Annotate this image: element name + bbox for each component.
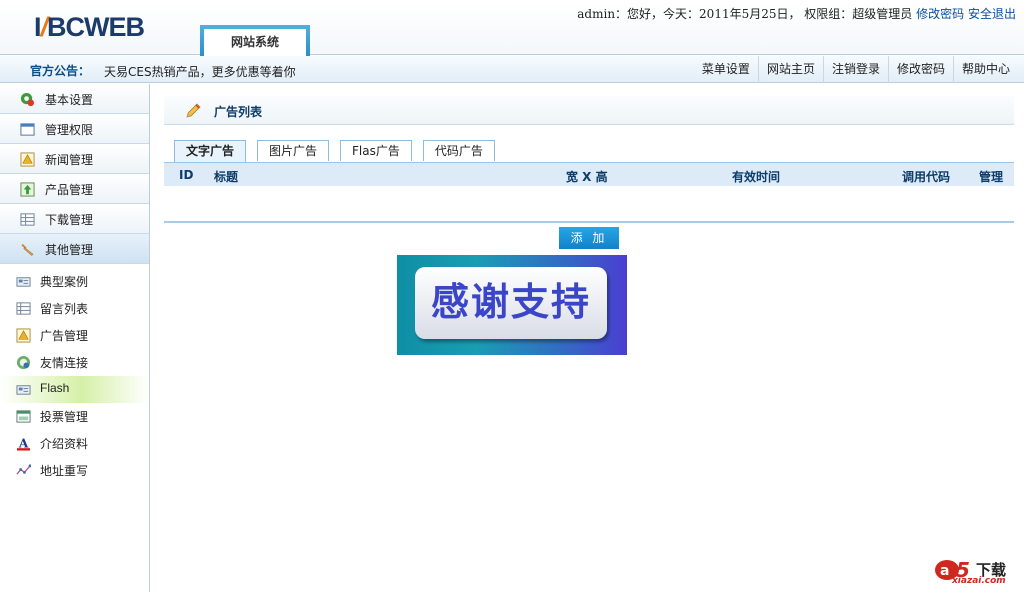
rewrite-icon (16, 464, 31, 475)
sidebar-item-label: 典型案例 (40, 275, 89, 289)
sidebar-menu-label: 其他管理 (45, 243, 94, 257)
sidebar-menu-label: 下载管理 (45, 213, 94, 227)
sidebar-menu-news[interactable]: 新闻管理 (0, 144, 149, 174)
watermark: a 5 下载 xiazai.com (934, 556, 1012, 586)
nav-logout[interactable]: 注销登录 (822, 56, 888, 83)
sidebar-menu-other[interactable]: 其他管理 (0, 234, 149, 264)
window-icon (20, 123, 35, 136)
user-info-text: admin：您好，今天：2011年5月25日， 权限组：超级管理员 (577, 7, 913, 21)
tab-flash-ads[interactable]: Flas广告 (340, 140, 412, 161)
sidebar-item-url-rewrite[interactable]: 地址重写 (0, 457, 149, 484)
sidebar-item-ads[interactable]: 广告管理 (0, 322, 149, 349)
support-banner: 感谢支持 (397, 255, 627, 355)
sidebar-menu-permissions[interactable]: 管理权限 (0, 114, 149, 144)
announcement-bar: 官方公告： 天易CES热销产品，更多优惠等着你 菜单设置 网站主页 注销登录 修… (0, 56, 1024, 83)
wrench-icon (21, 243, 34, 256)
col-title: 标题 (214, 170, 239, 184)
sidebar-item-label: 广告管理 (40, 329, 89, 343)
sidebar-menu-label: 管理权限 (45, 123, 94, 137)
announcement-label: 官方公告： (30, 64, 91, 78)
col-id: ID (179, 168, 194, 182)
sidebar-menu-basic-settings[interactable]: 基本设置 (0, 84, 149, 114)
col-size: 宽 X 高 (566, 170, 608, 184)
link-icon (16, 355, 31, 370)
tab-site-system-label: 网站系统 (204, 29, 306, 56)
sidebar: 基本设置 管理权限 新闻管理 产品管理 下载管理 其他管理 典型案例 留言列表 … (0, 84, 150, 592)
sidebar-item-votes[interactable]: 投票管理 (0, 403, 149, 430)
watermark-site: xiazai.com (952, 576, 1006, 586)
sidebar-item-flash[interactable]: Flash (0, 376, 149, 403)
pencil-icon (186, 103, 201, 118)
list-icon (16, 302, 31, 315)
table-body (164, 186, 1014, 223)
vote-icon (16, 410, 31, 423)
nav-help-center[interactable]: 帮助中心 (952, 56, 1018, 83)
sidebar-item-label: 介绍资料 (40, 437, 89, 451)
user-info-bar: admin：您好，今天：2011年5月25日， 权限组：超级管理员 修改密码 安… (577, 5, 1016, 22)
sidebar-item-label: 友情连接 (40, 356, 89, 370)
add-button[interactable]: 添 加 (559, 227, 619, 249)
logout-link[interactable]: 安全退出 (968, 7, 1016, 21)
col-code: 调用代码 (902, 170, 951, 184)
top-nav: 菜单设置 网站主页 注销登录 修改密码 帮助中心 (694, 56, 1018, 83)
main-content: 广告列表 文字广告 图片广告 Flas广告 代码广告 ID 标题 宽 X 高 有… (164, 96, 1014, 355)
nav-menu-settings[interactable]: 菜单设置 (694, 56, 758, 83)
text-a-icon: A (16, 436, 31, 451)
table-icon (20, 213, 35, 226)
page-title-bar: 广告列表 (164, 96, 1014, 125)
nav-change-password[interactable]: 修改密码 (887, 56, 953, 83)
warning-doc-icon (20, 152, 35, 167)
svg-text:a: a (940, 563, 949, 579)
svg-text:A: A (18, 436, 29, 450)
sidebar-menu-products[interactable]: 产品管理 (0, 174, 149, 204)
banner-text: 感谢支持 (430, 280, 591, 324)
sidebar-item-messages[interactable]: 留言列表 (0, 295, 149, 322)
nav-site-home[interactable]: 网站主页 (757, 56, 823, 83)
sidebar-menu-label: 基本设置 (45, 93, 94, 107)
sidebar-item-label: 地址重写 (40, 464, 89, 478)
announcement-text[interactable]: 天易CES热销产品，更多优惠等着你 (104, 63, 296, 80)
page-title: 广告列表 (214, 105, 263, 119)
ad-type-tabs: 文字广告 图片广告 Flas广告 代码广告 (174, 140, 506, 162)
sidebar-menu-label: 新闻管理 (45, 153, 94, 167)
sidebar-item-introduction[interactable]: A 介绍资料 (0, 430, 149, 457)
ad-icon (16, 328, 31, 343)
sidebar-menu-label: 产品管理 (45, 183, 94, 197)
sidebar-item-label: 投票管理 (40, 410, 89, 424)
tab-text-ads[interactable]: 文字广告 (174, 140, 247, 162)
sidebar-item-label: 留言列表 (40, 302, 89, 316)
sidebar-menu-downloads[interactable]: 下载管理 (0, 204, 149, 234)
sidebar-item-friend-links[interactable]: 友情连接 (0, 349, 149, 376)
tab-image-ads[interactable]: 图片广告 (257, 140, 330, 161)
logo: I/BCWEB (34, 12, 145, 42)
sidebar-item-label: Flash (40, 381, 70, 395)
tab-site-system[interactable]: 网站系统 (200, 25, 310, 56)
change-password-link[interactable]: 修改密码 (916, 7, 964, 21)
sidebar-item-cases[interactable]: 典型案例 (0, 268, 149, 295)
header: I/BCWEB 网站系统 admin：您好，今天：2011年5月25日， 权限组… (0, 0, 1024, 56)
case-icon (16, 277, 31, 287)
upload-icon (20, 182, 35, 197)
table-header: ID 标题 宽 X 高 有效时间 调用代码 管理 (164, 162, 1014, 186)
flash-icon (16, 385, 31, 395)
col-valid-time: 有效时间 (732, 170, 781, 184)
tab-code-ads[interactable]: 代码广告 (422, 140, 495, 161)
banner-card: 感谢支持 (415, 267, 607, 339)
settings-icon (20, 92, 35, 107)
col-manage: 管理 (979, 170, 1004, 184)
